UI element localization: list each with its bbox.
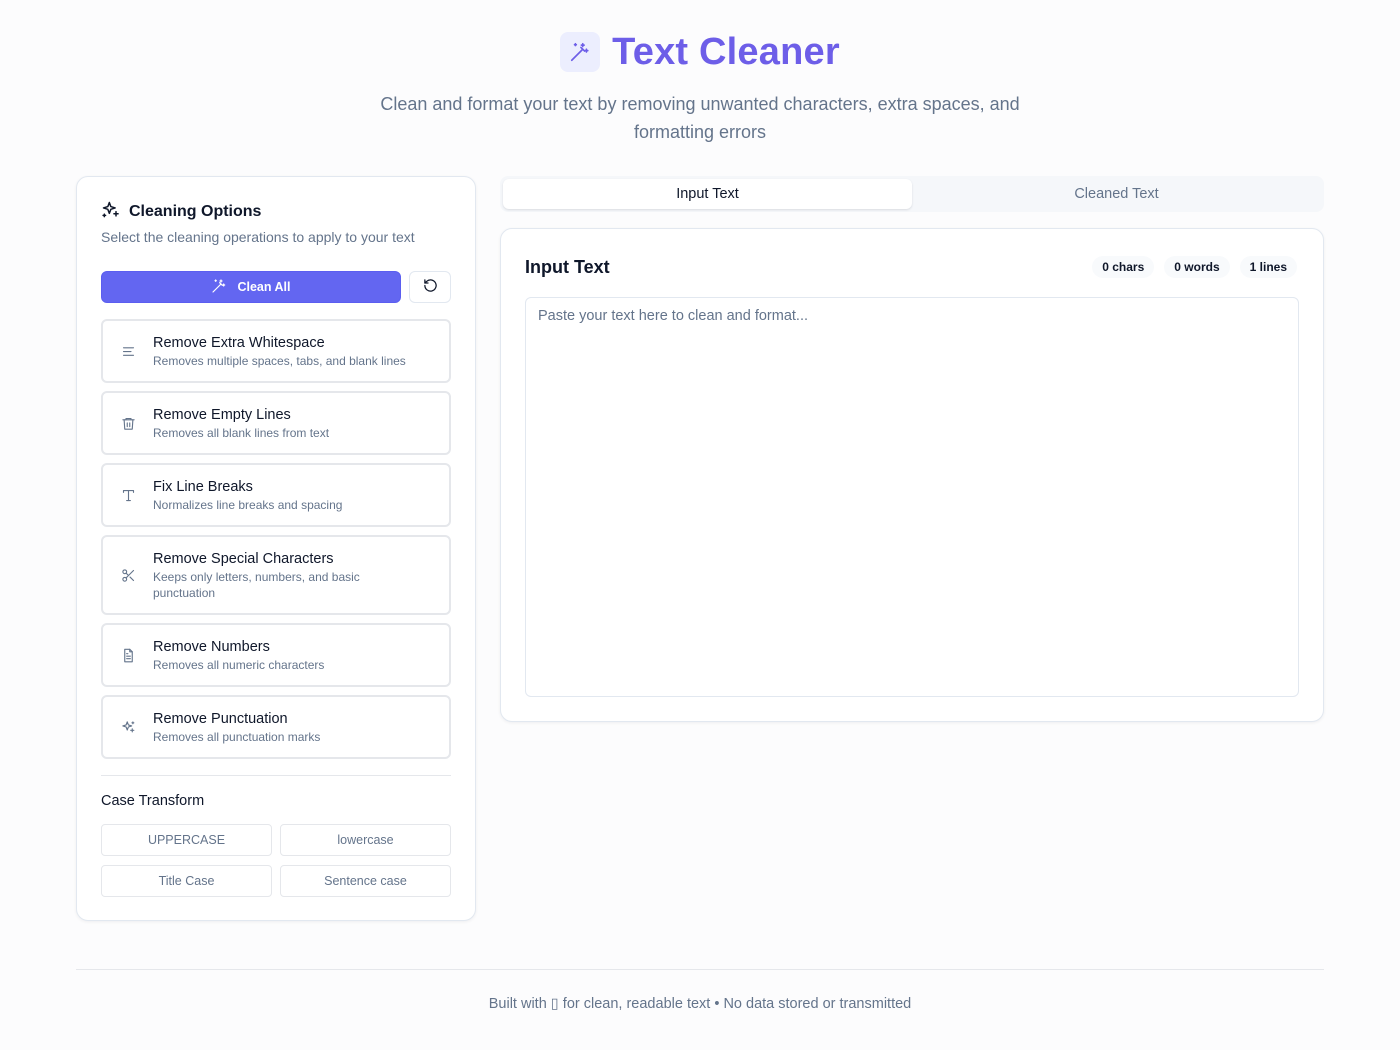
- option-name: Remove Punctuation: [153, 710, 288, 727]
- uppercase-button[interactable]: UPPERCASE: [101, 824, 272, 856]
- option-remove-special-characters[interactable]: Remove Special Characters Keeps only let…: [101, 535, 451, 615]
- case-transform-grid: UPPERCASE lowercase Title Case Sentence …: [101, 824, 451, 897]
- align-left-icon: [119, 342, 137, 360]
- option-desc: Removes all punctuation marks: [153, 729, 321, 744]
- sparkles-icon: [101, 200, 121, 225]
- clean-all-label: Clean All: [237, 280, 291, 294]
- option-text: Remove Special Characters Keeps only let…: [153, 550, 413, 601]
- cleaning-options-panel: Cleaning Options Select the cleaning ope…: [76, 176, 476, 921]
- option-fix-line-breaks[interactable]: Fix Line Breaks Normalizes line breaks a…: [101, 463, 451, 527]
- option-text: Remove Numbers Removes all numeric chara…: [153, 638, 324, 673]
- rotate-ccw-icon: [423, 278, 438, 296]
- option-text: Remove Punctuation Removes all punctuati…: [153, 710, 320, 745]
- lowercase-button[interactable]: lowercase: [280, 824, 451, 856]
- trash-icon: [119, 414, 137, 432]
- option-desc: Removes multiple spaces, tabs, and blank…: [153, 353, 406, 368]
- footer-text: Built with ▯ for clean, readable text • …: [488, 996, 912, 1012]
- input-text-card: Input Text 0 chars 0 words 1 lines: [500, 228, 1324, 722]
- panel-subtitle: Select the cleaning operations to apply …: [101, 229, 415, 245]
- clean-all-button[interactable]: Clean All: [101, 271, 401, 303]
- sparkles-icon: [119, 718, 137, 736]
- option-name: Remove Numbers: [153, 638, 270, 655]
- page-header: Text Cleaner Clean and format your text …: [0, 30, 1400, 146]
- divider: [101, 775, 451, 776]
- option-remove-empty-lines[interactable]: Remove Empty Lines Removes all blank lin…: [101, 391, 451, 455]
- panel-header: Cleaning Options Select the cleaning ope…: [101, 201, 451, 245]
- tab-input-text[interactable]: Input Text: [503, 179, 912, 209]
- words-badge: 0 words: [1164, 256, 1230, 278]
- text-tabs: Input Text Cleaned Text: [500, 176, 1324, 212]
- text-stats: 0 chars 0 words 1 lines: [1092, 256, 1297, 278]
- reset-button[interactable]: [409, 271, 451, 303]
- option-name: Remove Special Characters: [153, 550, 334, 567]
- option-name: Fix Line Breaks: [153, 478, 253, 495]
- option-text: Fix Line Breaks Normalizes line breaks a…: [153, 478, 342, 513]
- option-text: Remove Empty Lines Removes all blank lin…: [153, 406, 329, 441]
- magic-wand-icon: [211, 278, 227, 297]
- input-textarea[interactable]: [525, 297, 1299, 697]
- case-transform-title: Case Transform: [101, 793, 205, 809]
- magic-wand-icon: [560, 32, 601, 72]
- app-title: Text Cleaner: [612, 30, 840, 73]
- option-remove-numbers[interactable]: Remove Numbers Removes all numeric chara…: [101, 623, 451, 687]
- sentence-case-button[interactable]: Sentence case: [280, 865, 451, 897]
- title-case-button[interactable]: Title Case: [101, 865, 272, 897]
- chars-badge: 0 chars: [1092, 256, 1155, 278]
- option-remove-punctuation[interactable]: Remove Punctuation Removes all punctuati…: [101, 695, 451, 759]
- option-desc: Removes all blank lines from text: [153, 425, 330, 440]
- tab-cleaned-text[interactable]: Cleaned Text: [912, 179, 1321, 209]
- lines-badge: 1 lines: [1239, 256, 1297, 278]
- option-desc: Normalizes line breaks and spacing: [153, 497, 343, 512]
- file-text-icon: [119, 646, 137, 664]
- options-list: Remove Extra Whitespace Removes multiple…: [101, 319, 451, 767]
- panel-title-row: Cleaning Options: [101, 201, 451, 223]
- panel-title: Cleaning Options: [129, 203, 262, 220]
- option-desc: Keeps only letters, numbers, and basic p…: [153, 569, 360, 600]
- title-row: Text Cleaner: [0, 30, 1400, 74]
- option-desc: Removes all numeric characters: [153, 657, 325, 672]
- footer-divider: [76, 969, 1324, 970]
- type-icon: [119, 486, 137, 504]
- action-row: Clean All: [101, 271, 451, 303]
- input-card-title: Input Text: [525, 257, 610, 277]
- option-text: Remove Extra Whitespace Removes multiple…: [153, 334, 406, 369]
- option-name: Remove Empty Lines: [153, 406, 291, 423]
- option-name: Remove Extra Whitespace: [153, 334, 325, 351]
- app-subtitle: Clean and format your text by removing u…: [380, 94, 1020, 142]
- scissors-icon: [119, 566, 137, 584]
- option-remove-extra-whitespace[interactable]: Remove Extra Whitespace Removes multiple…: [101, 319, 451, 383]
